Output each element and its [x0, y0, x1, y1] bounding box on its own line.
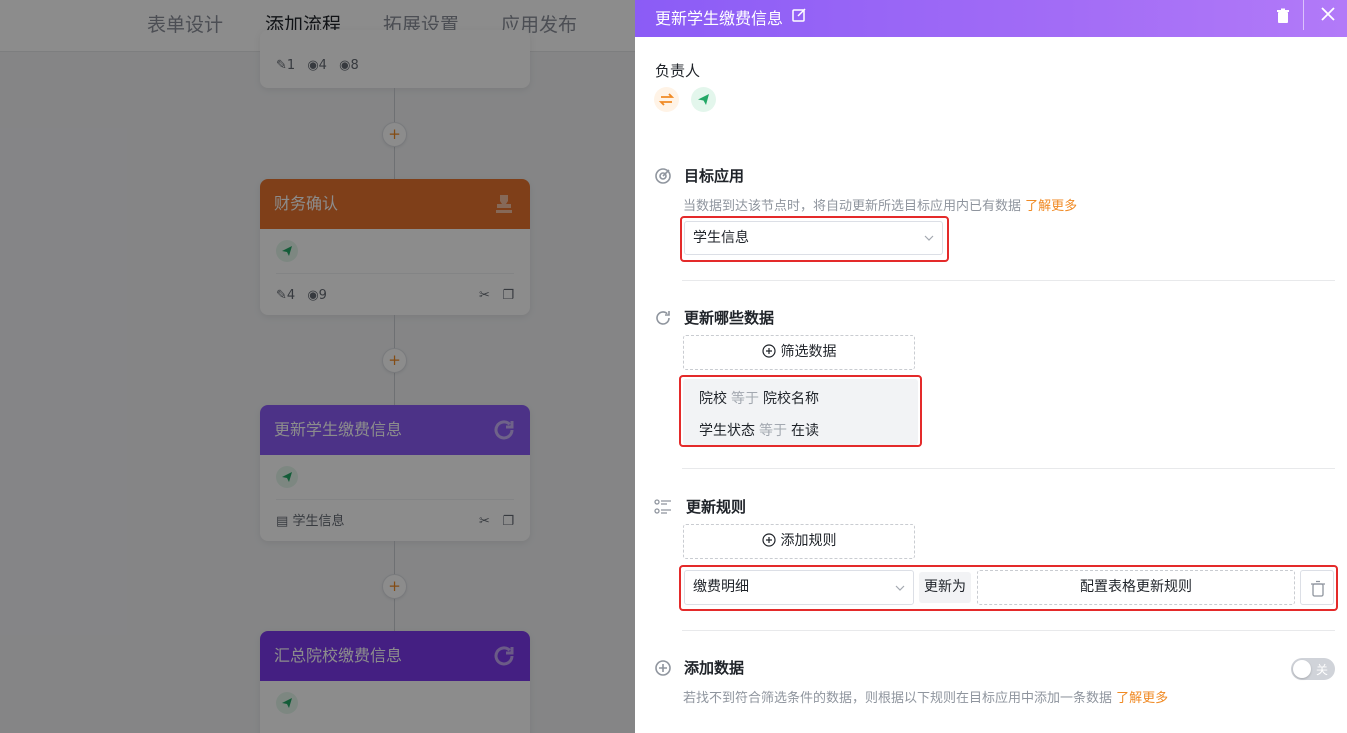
- condition-op: 等于: [731, 391, 759, 407]
- close-icon[interactable]: [1320, 6, 1336, 22]
- filter-conditions: 院校 等于 院校名称 学生状态 等于 在读: [683, 379, 918, 445]
- plus-circle-icon: [655, 660, 671, 676]
- trash-icon: [1311, 580, 1325, 597]
- add-data-hint-text: 若找不到符合筛选条件的数据，则根据以下规则在目标应用中添加一条数据: [683, 691, 1113, 706]
- target-app-hint-text: 当数据到达该节点时，将自动更新所选目标应用内已有数据: [683, 199, 1022, 214]
- node-config-drawer: 更新学生缴费信息 负责人 目标应用 当数据到达该节点时，将自动更新所选目标应用内…: [635, 0, 1347, 733]
- send-icon[interactable]: [691, 87, 716, 112]
- condition-field: 院校: [699, 391, 727, 407]
- drawer-header: 更新学生缴费信息: [635, 0, 1347, 37]
- which-data-title: 更新哪些数据: [684, 309, 775, 327]
- plus-circle-icon: [761, 533, 776, 547]
- update-to-label: 更新为: [919, 572, 971, 603]
- delete-rule-button[interactable]: [1300, 570, 1334, 605]
- edit-title-icon[interactable]: [791, 7, 807, 23]
- condition-value: 院校名称: [763, 391, 819, 407]
- add-data-title: 添加数据: [684, 659, 745, 677]
- target-app-hint: 当数据到达该节点时，将自动更新所选目标应用内已有数据 了解更多: [683, 195, 1077, 214]
- condition-field: 学生状态: [699, 423, 755, 439]
- chevron-down-icon: [924, 235, 934, 241]
- list-icon: [654, 499, 671, 514]
- add-data-hint: 若找不到符合筛选条件的数据，则根据以下规则在目标应用中添加一条数据 了解更多: [683, 687, 1168, 706]
- drawer-title: 更新学生缴费信息: [655, 9, 784, 28]
- learn-more-link[interactable]: 了解更多: [1116, 691, 1168, 706]
- header-divider: [1303, 0, 1304, 30]
- plus-circle-icon: [761, 344, 776, 358]
- rule-field-select[interactable]: 缴费明细: [684, 570, 914, 605]
- filter-condition[interactable]: 院校 等于 院校名称: [699, 388, 819, 408]
- filter-data-button[interactable]: 筛选数据: [683, 335, 915, 370]
- learn-more-link[interactable]: 了解更多: [1025, 199, 1077, 214]
- target-app-selected: 学生信息: [693, 230, 749, 246]
- delete-node-icon[interactable]: [1275, 8, 1291, 24]
- condition-op: 等于: [759, 423, 787, 439]
- filter-condition[interactable]: 学生状态 等于 在读: [699, 420, 819, 440]
- config-table-rule-button[interactable]: 配置表格更新规则: [977, 570, 1295, 605]
- condition-value: 在读: [791, 423, 819, 439]
- section-divider: [682, 468, 1335, 469]
- refresh-icon: [656, 311, 670, 325]
- section-divider: [682, 630, 1335, 631]
- toggle-knob: [1293, 660, 1311, 678]
- add-data-toggle[interactable]: 关: [1291, 658, 1335, 680]
- add-rule-label: 添加规则: [780, 533, 837, 549]
- target-icon: [655, 168, 671, 184]
- target-app-title: 目标应用: [684, 167, 745, 185]
- chevron-down-icon: [895, 585, 905, 591]
- add-rule-button[interactable]: 添加规则: [683, 524, 915, 559]
- toggle-label: 关: [1315, 663, 1328, 677]
- filter-data-label: 筛选数据: [780, 344, 837, 360]
- section-divider: [682, 280, 1335, 281]
- update-rules-title: 更新规则: [686, 498, 747, 516]
- target-app-select[interactable]: 学生信息: [684, 221, 943, 255]
- owner-label: 负责人: [655, 62, 701, 80]
- rule-field-selected: 缴费明细: [693, 579, 749, 595]
- transfer-icon[interactable]: [654, 87, 679, 112]
